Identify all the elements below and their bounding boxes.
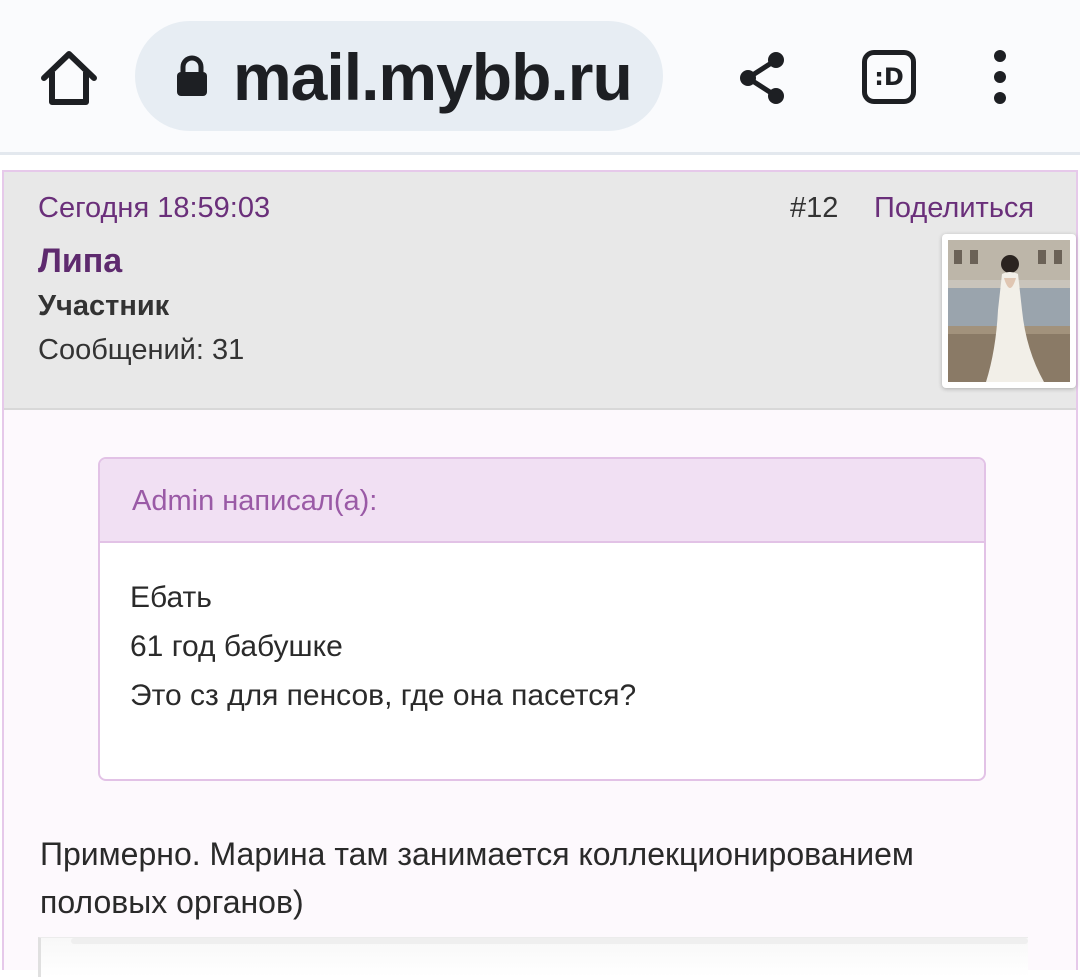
browser-toolbar: mail.mybb.ru :D (0, 0, 1080, 155)
post-date-link[interactable]: Сегодня 18:59:03 (38, 192, 270, 225)
home-icon[interactable] (38, 48, 100, 108)
post-number: #12 (790, 192, 839, 224)
signature-divider (71, 938, 1028, 944)
author-post-count: Сообщений: 31 (38, 334, 245, 366)
quote-body: Ебать 61 год бабушке Это сз для пенсов, … (100, 543, 984, 720)
post-footer (38, 937, 1028, 977)
message-line: половых органов) (40, 884, 304, 920)
more-menu-icon[interactable] (984, 50, 1016, 106)
url-text: mail.mybb.ru (233, 40, 633, 114)
message-line: Примерно. Марина там занимается коллекци… (40, 836, 914, 872)
author-role: Участник (38, 290, 170, 322)
share-icon[interactable] (736, 50, 788, 106)
post-message: Примерно. Марина там занимается коллекци… (40, 830, 914, 926)
quote-line: Это сз для пенсов, где она пасется? (130, 679, 637, 712)
quote-block: Admin написал(а): Ебать 61 год бабушке Э… (98, 457, 986, 781)
quote-line: 61 год бабушке (130, 630, 343, 663)
quote-header: Admin написал(а): (100, 459, 984, 543)
post-header: Сегодня 18:59:03 #12 Поделиться Липа Уча… (4, 172, 1076, 410)
quote-line: Ебать (130, 581, 212, 614)
forum-post: Сегодня 18:59:03 #12 Поделиться Липа Уча… (2, 170, 1078, 977)
avatar[interactable] (942, 234, 1076, 388)
share-post-link[interactable]: Поделиться (874, 192, 1034, 225)
author-name-link[interactable]: Липа (38, 242, 122, 281)
lock-icon (175, 55, 209, 97)
address-bar[interactable]: mail.mybb.ru (135, 21, 663, 131)
tab-switcher-button[interactable]: :D (862, 50, 916, 104)
